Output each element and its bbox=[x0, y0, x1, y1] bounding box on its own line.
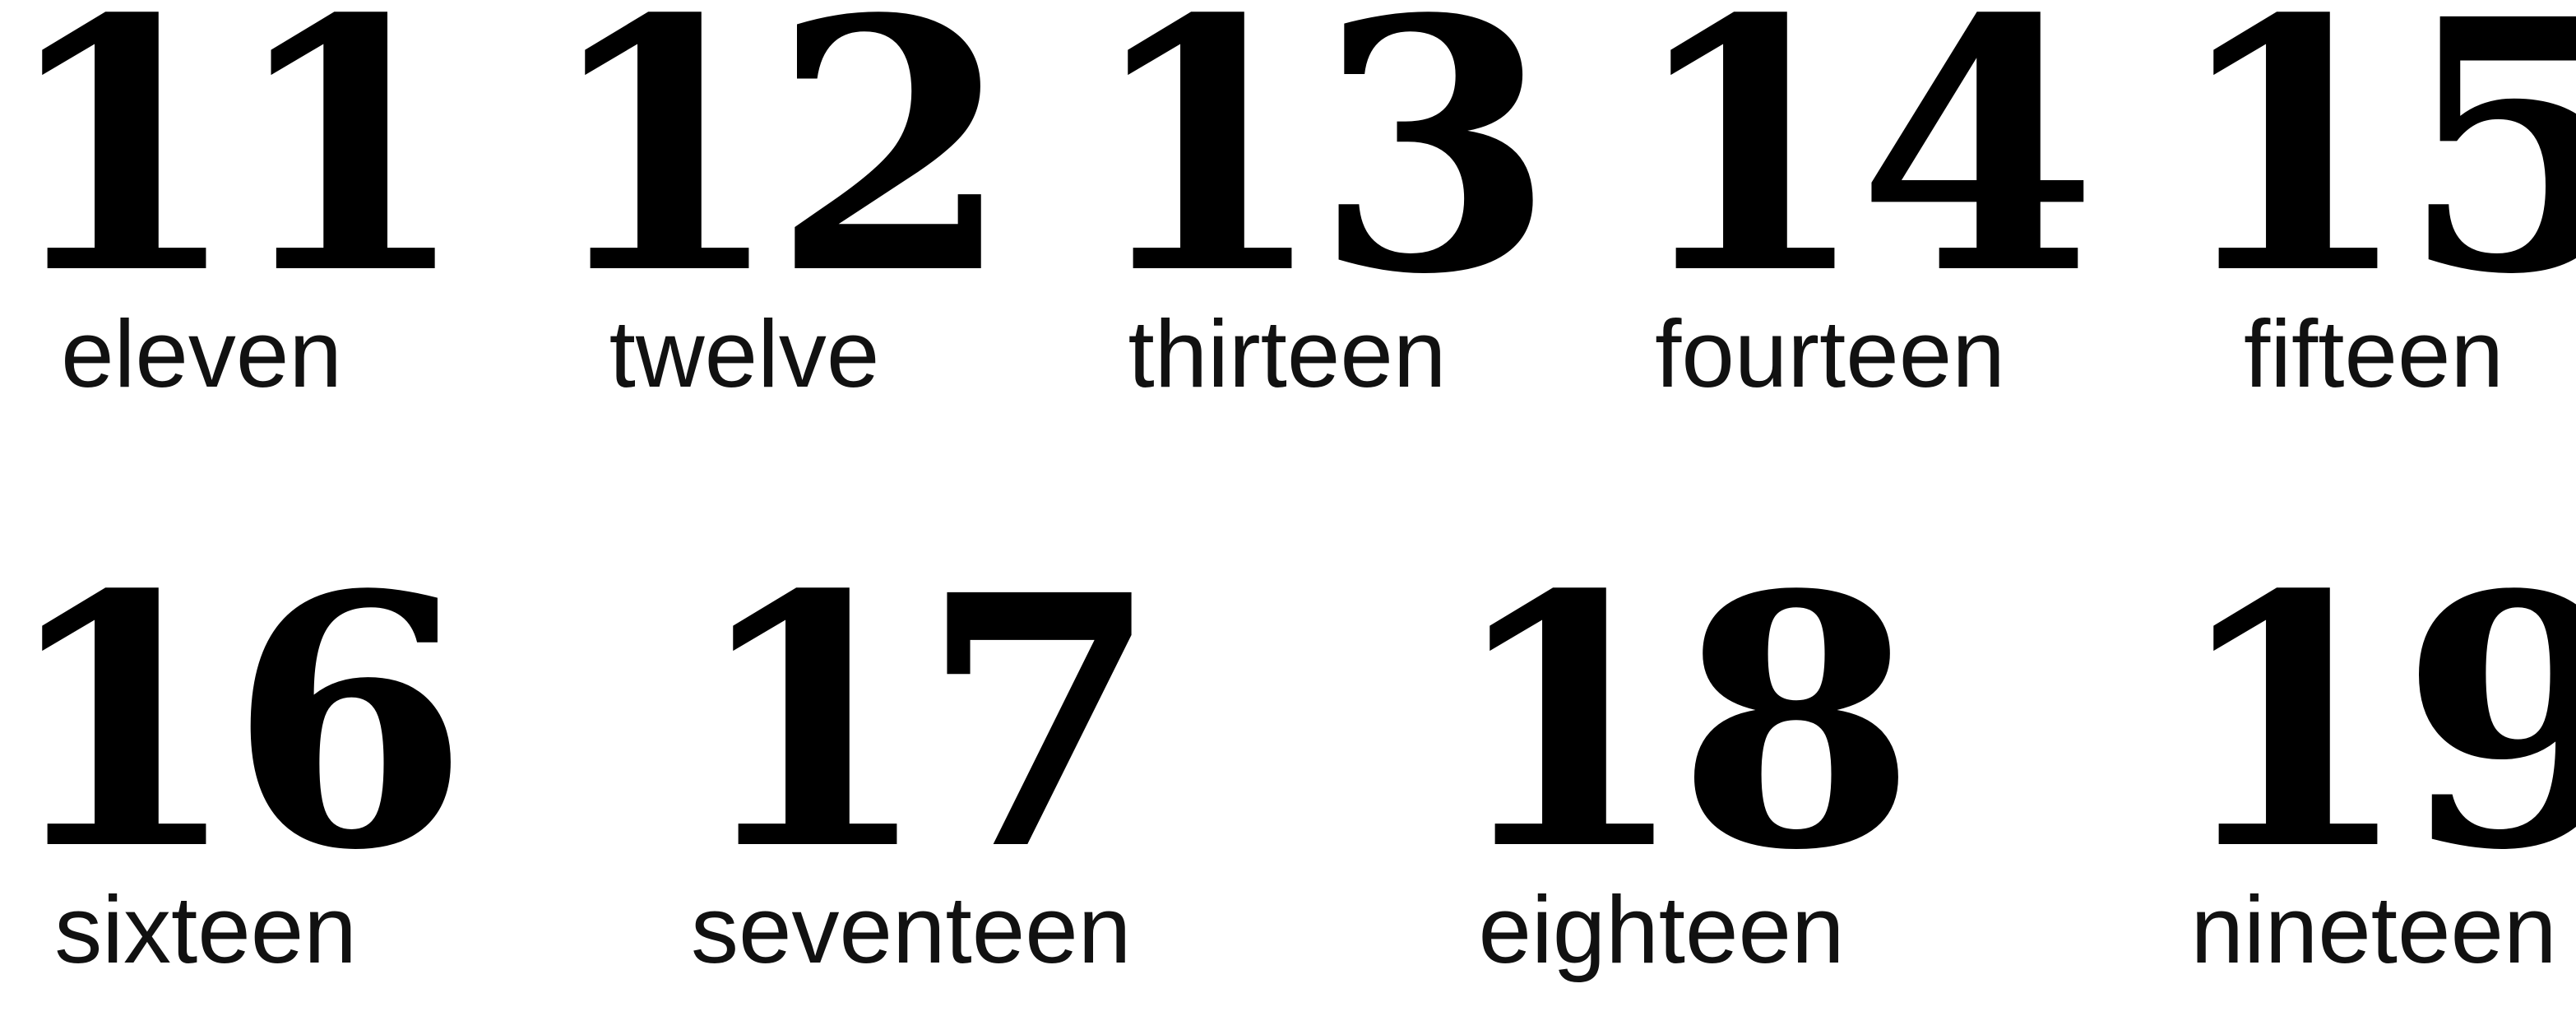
number-word: fourteen bbox=[1655, 300, 2005, 407]
number-card-16: 16 sixteen bbox=[0, 521, 469, 983]
number-card-18: 18 eighteen bbox=[1448, 521, 1916, 983]
numeral: 16 bbox=[0, 521, 469, 926]
numeral: 11 bbox=[0, 0, 469, 350]
numeral: 15 bbox=[2171, 0, 2576, 350]
numeral: 12 bbox=[543, 0, 1012, 350]
number-card-11: 11 eleven bbox=[0, 0, 469, 401]
numeral: 14 bbox=[1629, 0, 2097, 350]
number-word: sixteen bbox=[54, 876, 357, 983]
numeral: 17 bbox=[691, 521, 1160, 926]
number-word: nineteen bbox=[2190, 876, 2557, 983]
number-card-14: 14 fourteen bbox=[1629, 0, 2097, 407]
number-card-15: 15 fifteen bbox=[2171, 0, 2576, 401]
numeral: 19 bbox=[2171, 521, 2576, 926]
number-word: seventeen bbox=[691, 876, 1132, 983]
number-word: eighteen bbox=[1478, 876, 1845, 983]
number-card-12: 12 twelve bbox=[543, 0, 1012, 401]
number-card-13: 13 thirteen bbox=[1086, 0, 1554, 407]
numeral: 18 bbox=[1448, 521, 1916, 926]
number-card-19: 19 nineteen bbox=[2171, 521, 2576, 983]
number-card-17: 17 seventeen bbox=[691, 521, 1160, 983]
numeral: 13 bbox=[1086, 0, 1554, 350]
numbers-chart: 11 eleven 12 twelve 13 thirteen 14 fourt… bbox=[0, 0, 2576, 1030]
number-word: thirteen bbox=[1128, 300, 1447, 407]
